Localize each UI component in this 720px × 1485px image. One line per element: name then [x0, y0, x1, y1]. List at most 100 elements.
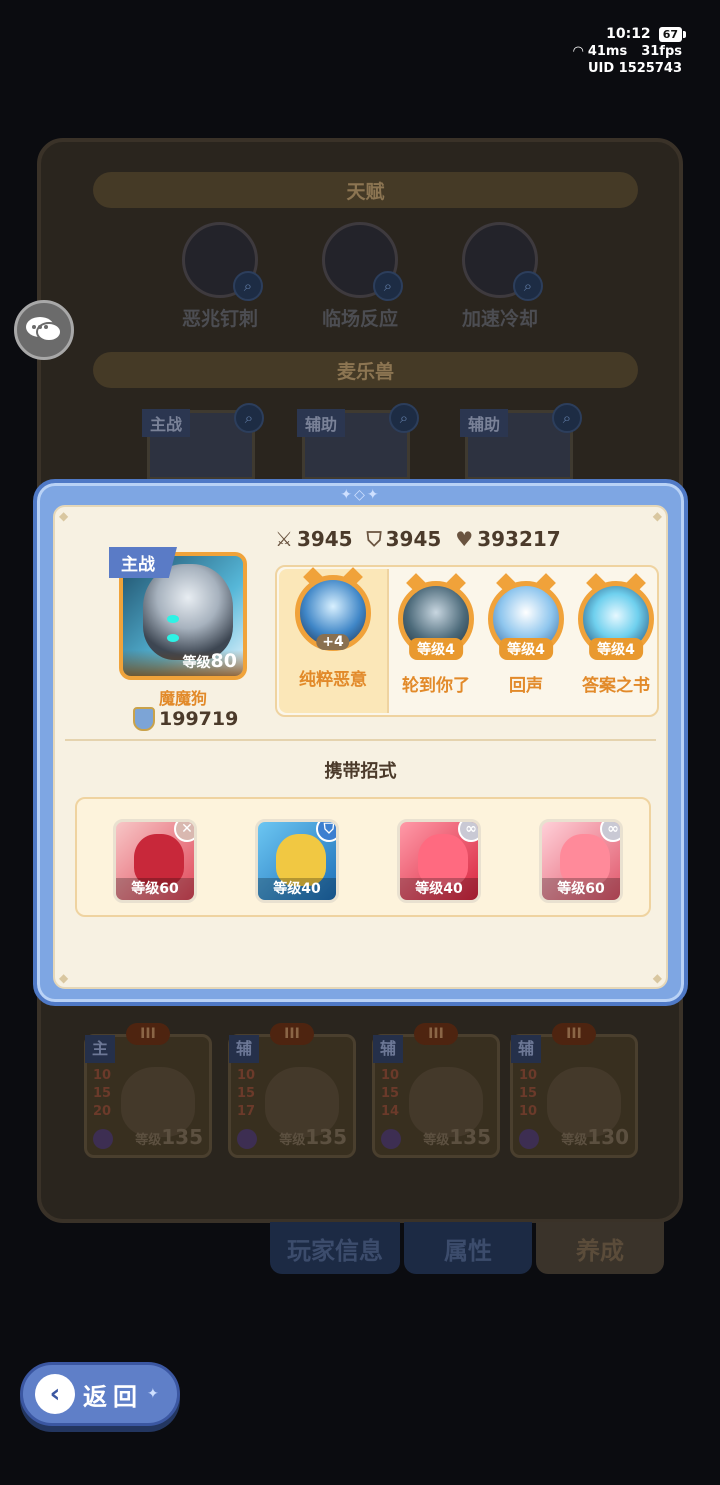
back-arrow-icon: ‹: [35, 1374, 75, 1414]
link-badge-icon: ∞: [600, 822, 620, 842]
chat-button[interactable]: [14, 300, 74, 360]
paw-icon: [381, 1129, 401, 1149]
skills-panel: +4 纯粹恶意 等级4 轮到你了 等级4 回声 等级4 答案之书: [275, 565, 659, 717]
skill-turn-icon: 等级4: [398, 573, 474, 660]
moves-panel: 等级60 ✕ 等级40 ⛉ 等级40 ∞ 等级60 ∞: [75, 797, 651, 917]
popup-top-ornament: ✦◇✦: [340, 487, 381, 503]
skill-name: 纯粹恶意: [299, 670, 367, 690]
magnifier-icon: ⌕: [373, 271, 403, 301]
wifi-icon: ◠: [573, 44, 584, 59]
talent-item[interactable]: ⌕ 加速冷却: [455, 222, 545, 331]
skill-bonus: +4: [316, 634, 350, 650]
corner-ornament: ◆: [652, 509, 662, 523]
pet-rank: III: [270, 1023, 314, 1045]
magnifier-icon: ⌕: [234, 403, 264, 433]
hp-stat: ♥ 393217: [455, 527, 561, 551]
uid-value: 1525743: [618, 61, 682, 76]
pet-card[interactable]: 辅 III 10 15 10 等级130: [510, 1023, 638, 1158]
skill-answerbook-icon: 等级4: [578, 573, 654, 660]
pet-card[interactable]: 辅 III 10 15 17 等级135: [228, 1023, 356, 1158]
move-level: 等级40: [400, 878, 478, 900]
chat-bubble-icon: [26, 317, 62, 342]
magnifier-icon: ⌕: [389, 403, 419, 433]
skill-item[interactable]: 等级4 回声: [481, 573, 571, 696]
pet-stats: 10 15 14: [381, 1068, 400, 1119]
popup-content: ◆ ◆ ◆ ◆ 等级80 主战 魔魔狗 199719 ⚔ 3945 ⛉ 3945 ♥…: [53, 505, 668, 989]
attack-stat: ⚔ 3945: [275, 527, 353, 551]
tab-development[interactable]: 养成: [536, 1222, 664, 1274]
monster-detail-popup: ✦◇✦ ◆ ◆ ◆ ◆ 等级80 主战 魔魔狗 199719 ⚔ 3945 ⛉ 39…: [33, 479, 688, 1006]
magnifier-icon: ⌕: [233, 271, 263, 301]
talent-label: 临场反应: [321, 308, 398, 330]
move-level: 等级60: [542, 878, 620, 900]
tab-attributes[interactable]: 属性: [404, 1222, 532, 1274]
magnifier-icon: ⌕: [552, 403, 582, 433]
monster-header: 麦乐兽: [93, 352, 638, 388]
skill-level: 等级4: [589, 638, 643, 660]
power-shield-icon: [133, 707, 155, 731]
link-badge-icon: ∞: [458, 822, 478, 842]
move-level: 等级40: [258, 878, 336, 900]
pet-stats: 10 15 17: [237, 1068, 256, 1119]
paw-icon: [93, 1129, 113, 1149]
monster-card[interactable]: 辅助 ⌕: [297, 403, 419, 480]
talent-spike-icon: ⌕: [182, 222, 263, 301]
skill-item[interactable]: 等级4 答案之书: [571, 573, 661, 696]
pet-role: 辅: [229, 1035, 259, 1063]
battery-icon: 67: [658, 27, 687, 42]
uid-label: UID: [587, 61, 615, 76]
move-slot[interactable]: 等级40 ⛉: [255, 819, 339, 903]
talent-label: 加速冷却: [461, 308, 538, 330]
move-level: 等级60: [116, 878, 194, 900]
move-slot[interactable]: 等级60 ✕: [113, 819, 197, 903]
talent-cooldown-icon: ⌕: [462, 222, 543, 301]
back-label: 返回: [83, 1382, 143, 1411]
corner-ornament: ◆: [652, 971, 662, 985]
pet-level: 等级135: [423, 1125, 491, 1149]
magnifier-icon: ⌕: [513, 271, 543, 301]
skill-level: 等级4: [409, 638, 463, 660]
pet-level: 等级130: [561, 1125, 629, 1149]
crossed-swords-icon: ⚔: [275, 527, 293, 551]
move-type-icon: ✕: [174, 822, 194, 842]
skill-name: 轮到你了: [402, 676, 470, 696]
move-slot[interactable]: 等级60 ∞: [539, 819, 623, 903]
monster-card[interactable]: 主战 ⌕: [142, 403, 264, 480]
skill-name: 回声: [509, 676, 543, 696]
corner-ornament: ◆: [59, 971, 69, 985]
talent-reaction-icon: ⌕: [322, 222, 403, 301]
pet-role: 主: [85, 1035, 115, 1063]
skill-item[interactable]: 等级4 轮到你了: [391, 573, 481, 696]
pet-level: 等级135: [279, 1125, 347, 1149]
power-rating: 199719: [133, 707, 238, 731]
move-slot[interactable]: 等级40 ∞: [397, 819, 481, 903]
skill-item[interactable]: +4 纯粹恶意: [279, 567, 389, 713]
defense-stat: ⛉ 3945: [366, 527, 442, 551]
stat-row: ⚔ 3945 ⛉ 3945 ♥ 393217: [275, 527, 561, 551]
back-button[interactable]: ‹ 返回 ✦: [20, 1362, 180, 1426]
heart-icon: ♥: [455, 527, 474, 551]
monster-card[interactable]: 辅助 ⌕: [460, 403, 582, 480]
pet-rank: III: [126, 1023, 170, 1045]
shield-icon: ⛉: [366, 527, 382, 551]
talent-label: 恶兆钉刺: [181, 308, 258, 330]
pet-role: 辅: [511, 1035, 541, 1063]
pet-card[interactable]: 主 III 10 15 20 等级135: [84, 1023, 212, 1158]
corner-ornament: ◆: [59, 509, 69, 523]
monster-role-tag: 主战: [142, 409, 191, 437]
divider: [65, 739, 656, 741]
pet-level: 等级135: [135, 1125, 203, 1149]
fps: 31fps: [641, 44, 682, 59]
pet-stats: 10 15 20: [93, 1068, 112, 1119]
sparkle-icon: ✦: [147, 1386, 159, 1402]
monster-eyes: [167, 608, 207, 642]
shield-badge-icon: ⛉: [316, 822, 336, 842]
skill-malice-icon: +4: [295, 567, 371, 651]
paw-icon: [237, 1129, 257, 1149]
pet-card[interactable]: 辅 III 10 15 14 等级135: [372, 1023, 500, 1158]
talent-item[interactable]: ⌕ 临场反应: [315, 222, 405, 331]
tab-player-info[interactable]: 玩家信息: [270, 1222, 400, 1274]
pet-rank: III: [414, 1023, 458, 1045]
paw-icon: [519, 1129, 539, 1149]
talent-item[interactable]: ⌕ 恶兆钉刺: [175, 222, 265, 331]
